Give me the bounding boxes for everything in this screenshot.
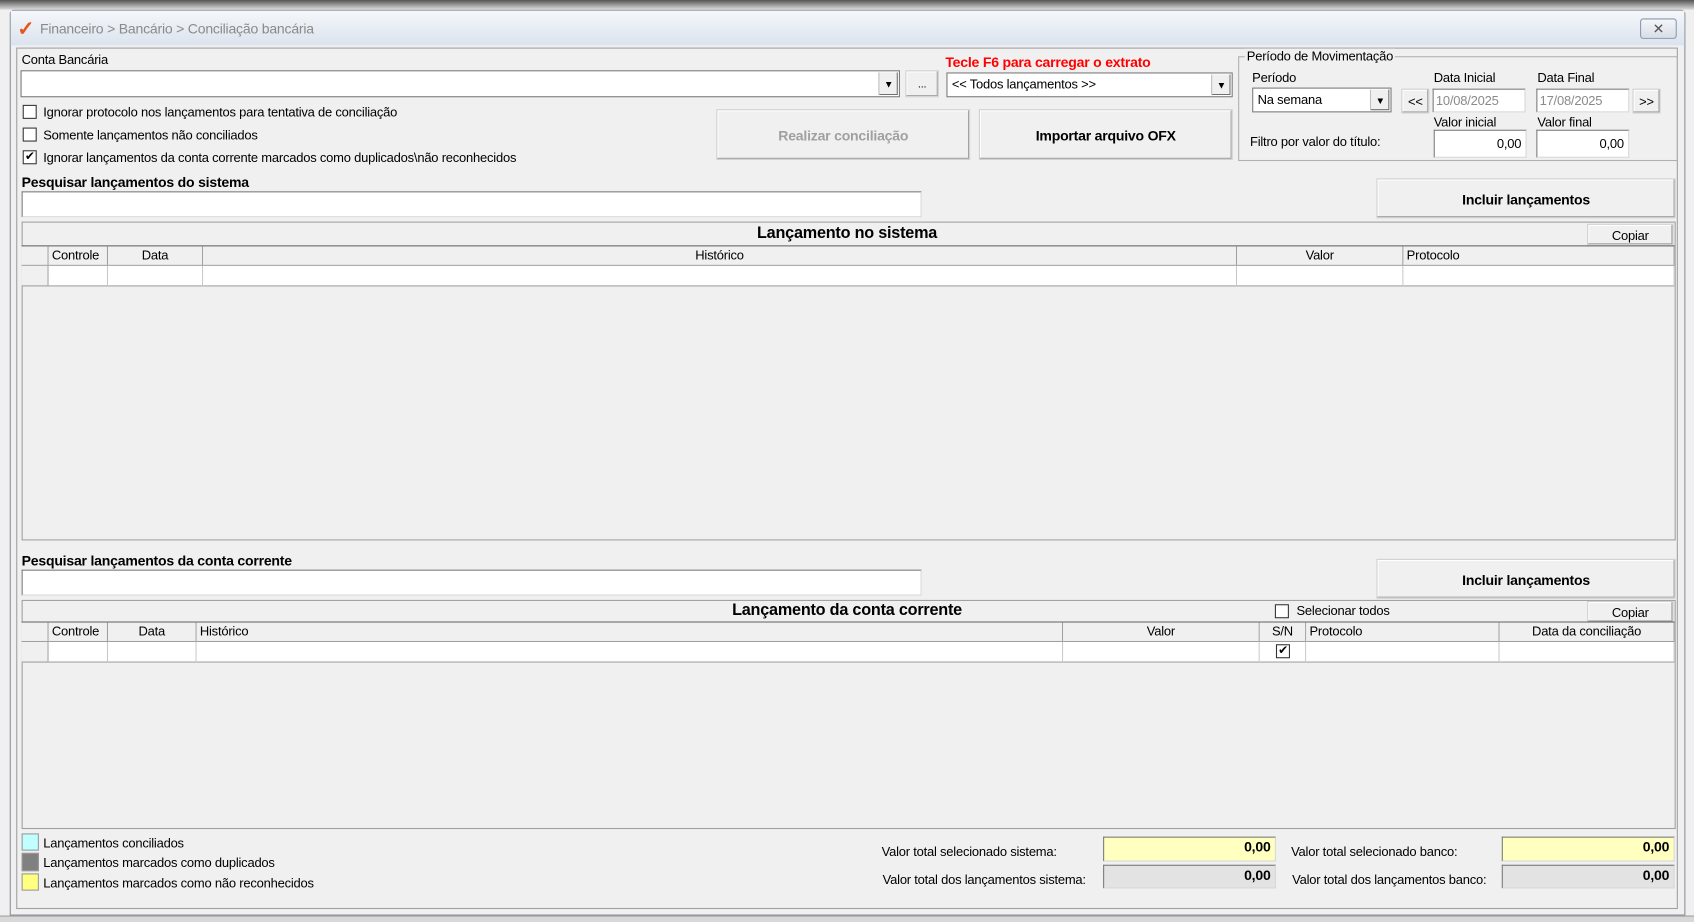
col-controle[interactable]: Controle xyxy=(48,622,109,643)
sel-banco-value: 0,00 xyxy=(1501,836,1675,862)
row-header-corner xyxy=(21,246,49,266)
sistema-grid-title: Lançamento no sistema xyxy=(756,223,938,243)
periodo-select[interactable]: Na semana ▼ xyxy=(1252,87,1392,113)
periodo-value: Na semana xyxy=(1257,91,1323,108)
legend-nao-reconhecidos: Lançamentos marcados como não reconhecid… xyxy=(43,875,314,891)
periodo-prev-button[interactable]: << xyxy=(1401,88,1430,114)
legend-swatch-nao-reconhecidos xyxy=(21,873,39,891)
data-final-input[interactable]: 17/08/2025 xyxy=(1536,88,1630,113)
legend-conciliados: Lançamentos conciliados xyxy=(43,835,184,851)
col-valor[interactable]: Valor xyxy=(1063,622,1260,643)
somente-nao-conciliados-label: Somente lançamentos não conciliados xyxy=(43,127,258,143)
extrato-filter-value: << Todos lançamentos >> xyxy=(951,76,1096,92)
legend-duplicados: Lançamentos marcados como duplicados xyxy=(43,854,275,871)
f6-hint: Tecle F6 para carregar o extrato xyxy=(945,54,1151,71)
tot-sistema-label: Valor total dos lançamentos sistema: xyxy=(882,872,1086,888)
table-cell[interactable] xyxy=(1063,642,1260,663)
col-data[interactable]: Data xyxy=(108,246,204,266)
table-cell[interactable] xyxy=(203,265,1238,287)
row-header-corner xyxy=(21,622,49,643)
conta-bancaria-select[interactable]: ▼ xyxy=(20,70,900,98)
data-inicial-input[interactable]: 10/08/2025 xyxy=(1432,88,1526,113)
app-logo-icon: ✓ xyxy=(17,18,35,42)
table-cell[interactable] xyxy=(1499,642,1675,663)
valor-inicial-input[interactable]: 0,00 xyxy=(1433,129,1527,158)
tot-banco-label: Valor total dos lançamentos banco: xyxy=(1292,872,1487,888)
sel-sistema-value: 0,00 xyxy=(1103,836,1276,862)
status-strip xyxy=(0,915,1694,922)
ignorar-protocolo-checkbox[interactable] xyxy=(22,104,37,119)
extrato-filter-select[interactable]: << Todos lançamentos >> ▼ xyxy=(946,72,1233,98)
conta-grid-title: Lançamento da conta corrente xyxy=(732,600,962,620)
ignorar-duplicados-label: Ignorar lançamentos da conta corrente ma… xyxy=(43,150,517,166)
pesquisar-conta-input[interactable] xyxy=(21,569,922,596)
periodo-label: Período xyxy=(1252,70,1297,86)
table-cell[interactable] xyxy=(196,642,1064,663)
ignorar-protocolo-label: Ignorar protocolo nos lançamentos para t… xyxy=(43,104,398,120)
selecionar-todos-label: Selecionar todos xyxy=(1296,603,1390,619)
table-cell[interactable] xyxy=(108,642,197,663)
pesquisar-sistema-input[interactable] xyxy=(21,191,922,218)
table-cell[interactable] xyxy=(1403,265,1675,287)
col-data-conciliacao[interactable]: Data da conciliação xyxy=(1499,622,1675,643)
valor-final-input[interactable]: 0,00 xyxy=(1536,129,1630,158)
importar-ofx-button[interactable]: Importar arquivo OFX xyxy=(978,109,1233,160)
periodo-next-button[interactable]: >> xyxy=(1632,88,1661,114)
legend-swatch-conciliados xyxy=(21,833,39,851)
realizar-conciliacao-button[interactable]: Realizar conciliação xyxy=(716,109,971,160)
row-selector[interactable] xyxy=(21,642,49,663)
sel-sistema-label: Valor total selecionado sistema: xyxy=(881,844,1057,860)
pesquisar-sistema-label: Pesquisar lançamentos do sistema xyxy=(21,174,249,191)
tot-banco-value: 0,00 xyxy=(1501,864,1675,889)
col-historico[interactable]: Histórico xyxy=(203,246,1238,266)
col-data[interactable]: Data xyxy=(108,622,197,643)
sel-banco-label: Valor total selecionado banco: xyxy=(1291,844,1458,860)
table-cell[interactable] xyxy=(1306,642,1500,663)
table-cell[interactable] xyxy=(48,265,109,287)
table-cell[interactable] xyxy=(1237,265,1404,287)
selecionar-todos-checkbox[interactable] xyxy=(1274,604,1289,619)
copiar-conta-button[interactable]: Copiar xyxy=(1587,600,1674,623)
data-inicial-label: Data Inicial xyxy=(1433,70,1496,86)
filtro-valor-label: Filtro por valor do título: xyxy=(1250,134,1381,150)
browse-conta-button[interactable]: ... xyxy=(905,70,939,98)
chevron-down-icon[interactable]: ▼ xyxy=(1369,89,1390,111)
copiar-sistema-button[interactable]: Copiar xyxy=(1587,223,1674,246)
col-valor[interactable]: Valor xyxy=(1237,246,1404,266)
somente-nao-conciliados-checkbox[interactable] xyxy=(22,127,37,142)
col-historico[interactable]: Histórico xyxy=(196,622,1064,643)
ignorar-duplicados-checkbox[interactable]: ✔ xyxy=(22,150,37,165)
breadcrumb: Financeiro > Bancário > Conciliação banc… xyxy=(39,20,314,37)
chevron-down-icon[interactable]: ▼ xyxy=(1211,74,1231,96)
row-sn-checkbox[interactable]: ✔ xyxy=(1275,644,1290,659)
valor-inicial-label: Valor inicial xyxy=(1433,114,1497,130)
incluir-lancamentos-conta-button[interactable]: Incluir lançamentos xyxy=(1376,558,1676,599)
legend-swatch-duplicados xyxy=(21,852,39,872)
col-protocolo[interactable]: Protocolo xyxy=(1306,622,1500,643)
col-sn[interactable]: S/N xyxy=(1259,622,1307,643)
incluir-lancamentos-sistema-button[interactable]: Incluir lançamentos xyxy=(1376,178,1676,219)
data-final-label: Data Final xyxy=(1537,70,1595,86)
taskbar-strip xyxy=(0,0,1694,10)
table-cell[interactable] xyxy=(48,642,109,663)
pesquisar-conta-label: Pesquisar lançamentos da conta corrente xyxy=(21,552,292,569)
conta-bancaria-label: Conta Bancária xyxy=(21,51,109,68)
periodo-group-title: Período de Movimentação xyxy=(1244,48,1396,64)
col-controle[interactable]: Controle xyxy=(48,246,109,266)
valor-final-label: Valor final xyxy=(1537,114,1592,130)
tot-sistema-value: 0,00 xyxy=(1103,864,1276,889)
chevron-down-icon[interactable]: ▼ xyxy=(878,72,898,96)
close-icon[interactable]: ✕ xyxy=(1640,18,1677,39)
col-protocolo[interactable]: Protocolo xyxy=(1403,246,1675,266)
row-selector[interactable] xyxy=(21,265,49,287)
table-cell[interactable] xyxy=(108,265,204,287)
